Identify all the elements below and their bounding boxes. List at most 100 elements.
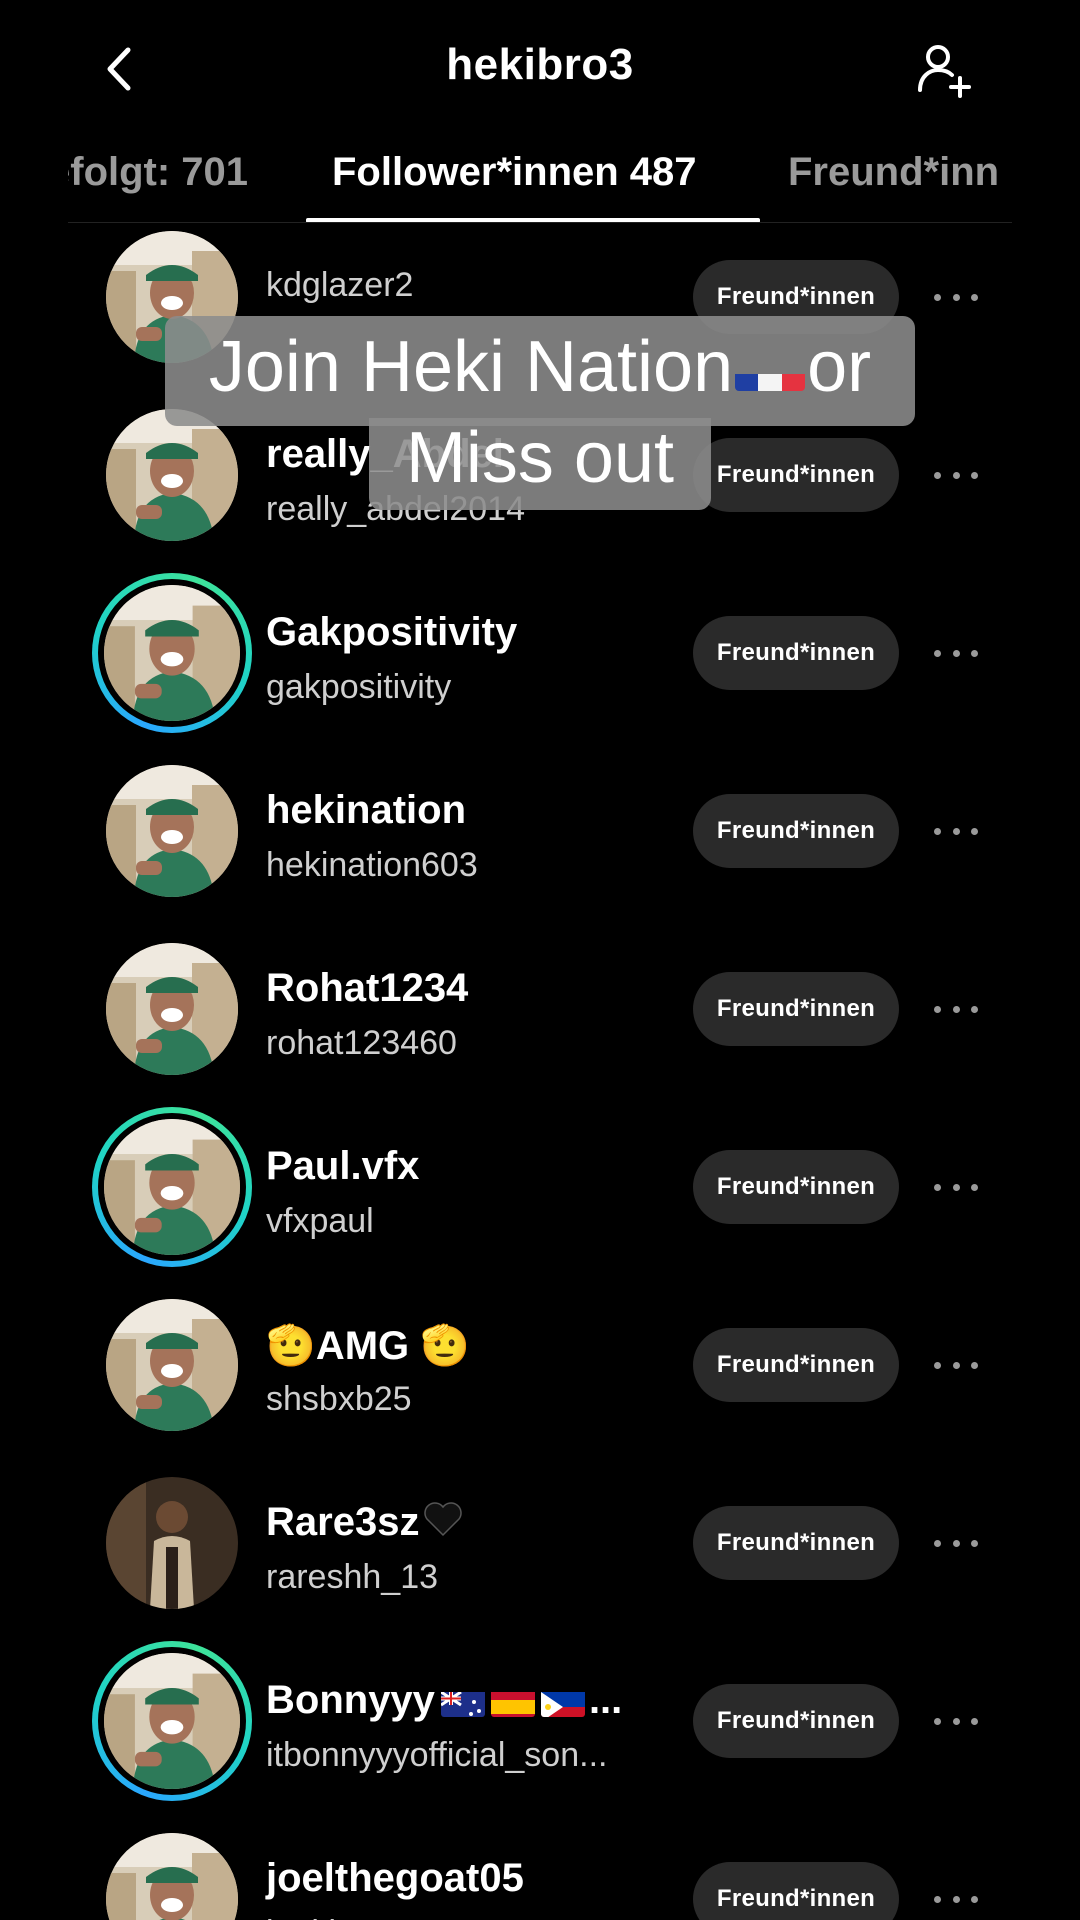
user-display-name-text: hekination [266, 788, 467, 832]
friends-button[interactable]: Freund*innen [693, 1150, 899, 1224]
user-display-name[interactable]: Bonnyyy... [266, 1678, 622, 1723]
avatar-image [104, 1119, 240, 1255]
more-options-button[interactable] [934, 1711, 978, 1731]
more-options-button[interactable] [934, 465, 978, 485]
more-dot [934, 293, 941, 301]
name-ellipsis: ... [588, 1678, 623, 1722]
user-handle: kdglazer2 [266, 266, 414, 304]
user-handle: gakpositivity [266, 668, 452, 706]
friends-button[interactable]: Freund*innen [693, 616, 899, 690]
user-display-name[interactable]: Gakpositivity [266, 610, 517, 655]
more-dot [934, 1895, 941, 1903]
list-item[interactable]: joelthegoat05 joelthegoat05 Freund*innen [0, 1810, 1080, 1920]
user-display-name-text: joelthegoat05 [266, 1856, 524, 1900]
avatar-image [106, 1477, 238, 1609]
divider [68, 222, 1012, 223]
tab-friends[interactable]: Freund*inn [788, 150, 999, 195]
more-dot [934, 1005, 941, 1013]
user-display-name[interactable]: Rare3sz [266, 1500, 463, 1547]
avatar[interactable] [92, 1107, 252, 1267]
add-user-button[interactable] [914, 40, 974, 100]
profile-photo [106, 409, 238, 541]
more-dot [952, 1183, 960, 1191]
add-user-icon [918, 45, 971, 98]
user-display-name[interactable]: Paul.vfx [266, 1144, 419, 1189]
profile-photo [104, 1653, 240, 1789]
more-options-button[interactable] [934, 287, 978, 307]
more-dot [952, 1895, 960, 1903]
more-options-button[interactable] [934, 643, 978, 663]
list-item[interactable]: Rare3sz rareshh_13 Freund*innen [0, 1454, 1080, 1632]
user-handle: rareshh_13 [266, 1558, 439, 1596]
more-options-button[interactable] [934, 999, 978, 1019]
user-display-name-text: Bonnyyy [266, 1678, 435, 1722]
more-options-button[interactable] [934, 821, 978, 841]
profile-photo [106, 765, 238, 897]
more-options-button[interactable] [934, 1177, 978, 1197]
friends-button[interactable]: Freund*innen [693, 1684, 899, 1758]
caption-text-join: Join Heki Nation [208, 327, 734, 407]
avatar[interactable] [92, 1463, 252, 1623]
profile-photo [104, 585, 240, 721]
friends-button[interactable]: Freund*innen [693, 438, 899, 512]
user-display-name-text: AMG [315, 1324, 410, 1368]
spain-flag-icon [490, 1687, 535, 1718]
avatar[interactable] [92, 1641, 252, 1801]
list-item[interactable]: Gakpositivity gakpositivity Freund*innen [0, 564, 1080, 742]
more-dot [934, 827, 941, 835]
more-options-button[interactable] [934, 1533, 978, 1553]
profile-photo [106, 1833, 238, 1920]
avatar[interactable] [92, 929, 252, 1089]
tab-bar: efolgt: 701 Follower*innen 487 Freund*in… [68, 140, 1012, 224]
list-item[interactable]: 🫡AMG 🫡 shsbxb25 Freund*innen [0, 1276, 1080, 1454]
user-display-name-text: Rohat1234 [266, 966, 469, 1010]
avatar-image [106, 765, 238, 897]
avatar[interactable] [92, 1285, 252, 1445]
more-dot [952, 1005, 960, 1013]
avatar[interactable] [92, 1819, 252, 1920]
friends-button[interactable]: Freund*innen [693, 1328, 899, 1402]
more-dot [971, 1361, 978, 1369]
list-item[interactable]: Bonnyyy... itbonnyyyofficial_son... Freund… [0, 1632, 1080, 1810]
friends-button[interactable]: Freund*innen [693, 794, 899, 868]
user-handle: itbonnyyyofficial_son... [266, 1736, 608, 1774]
user-display-name[interactable]: joelthegoat05 [266, 1856, 524, 1901]
overlay-caption-line2: Miss out [369, 418, 711, 510]
avatar[interactable] [92, 573, 252, 733]
more-dot [971, 1895, 978, 1903]
more-dot [934, 649, 941, 657]
user-handle: joelthegoat05 [266, 1914, 470, 1920]
avatar-image [104, 1653, 240, 1789]
more-dot [971, 1539, 978, 1547]
more-dot [934, 1539, 941, 1547]
avatar-image [104, 585, 240, 721]
avatar[interactable] [92, 751, 252, 911]
list-item[interactable]: Rohat1234 rohat123460 Freund*innen [0, 920, 1080, 1098]
user-display-name[interactable]: 🫡AMG 🫡 [266, 1322, 470, 1369]
list-item[interactable]: Paul.vfx vfxpaul Freund*innen [0, 1098, 1080, 1276]
tab-following[interactable]: efolgt: 701 [68, 150, 248, 195]
more-options-button[interactable] [934, 1889, 978, 1909]
tab-followers[interactable]: Follower*innen 487 [332, 150, 697, 195]
avatar-image [106, 409, 238, 541]
more-dot [971, 1717, 978, 1725]
more-dot [952, 827, 960, 835]
overlay-caption-line1: Join Heki Nation or [165, 316, 915, 426]
user-handle: shsbxb25 [266, 1380, 412, 1418]
more-dot [952, 293, 960, 301]
friends-button[interactable]: Freund*innen [693, 1506, 899, 1580]
more-dot [952, 1717, 960, 1725]
friends-button[interactable]: Freund*innen [693, 972, 899, 1046]
user-display-name[interactable]: hekination [266, 788, 466, 833]
user-handle: hekination603 [266, 846, 478, 884]
profile-photo [106, 943, 238, 1075]
more-dot [971, 293, 978, 301]
more-options-button[interactable] [934, 1355, 978, 1375]
avatar-image [106, 1833, 238, 1920]
black-heart-icon [423, 1501, 463, 1547]
list-item[interactable]: hekination hekination603 Freund*innen [0, 742, 1080, 920]
user-display-name[interactable]: Rohat1234 [266, 966, 468, 1011]
friends-button[interactable]: Freund*innen [693, 1862, 899, 1920]
saluting-face-icon: 🫡 [409, 1324, 471, 1368]
user-display-name-text: Rare3sz [266, 1500, 420, 1544]
